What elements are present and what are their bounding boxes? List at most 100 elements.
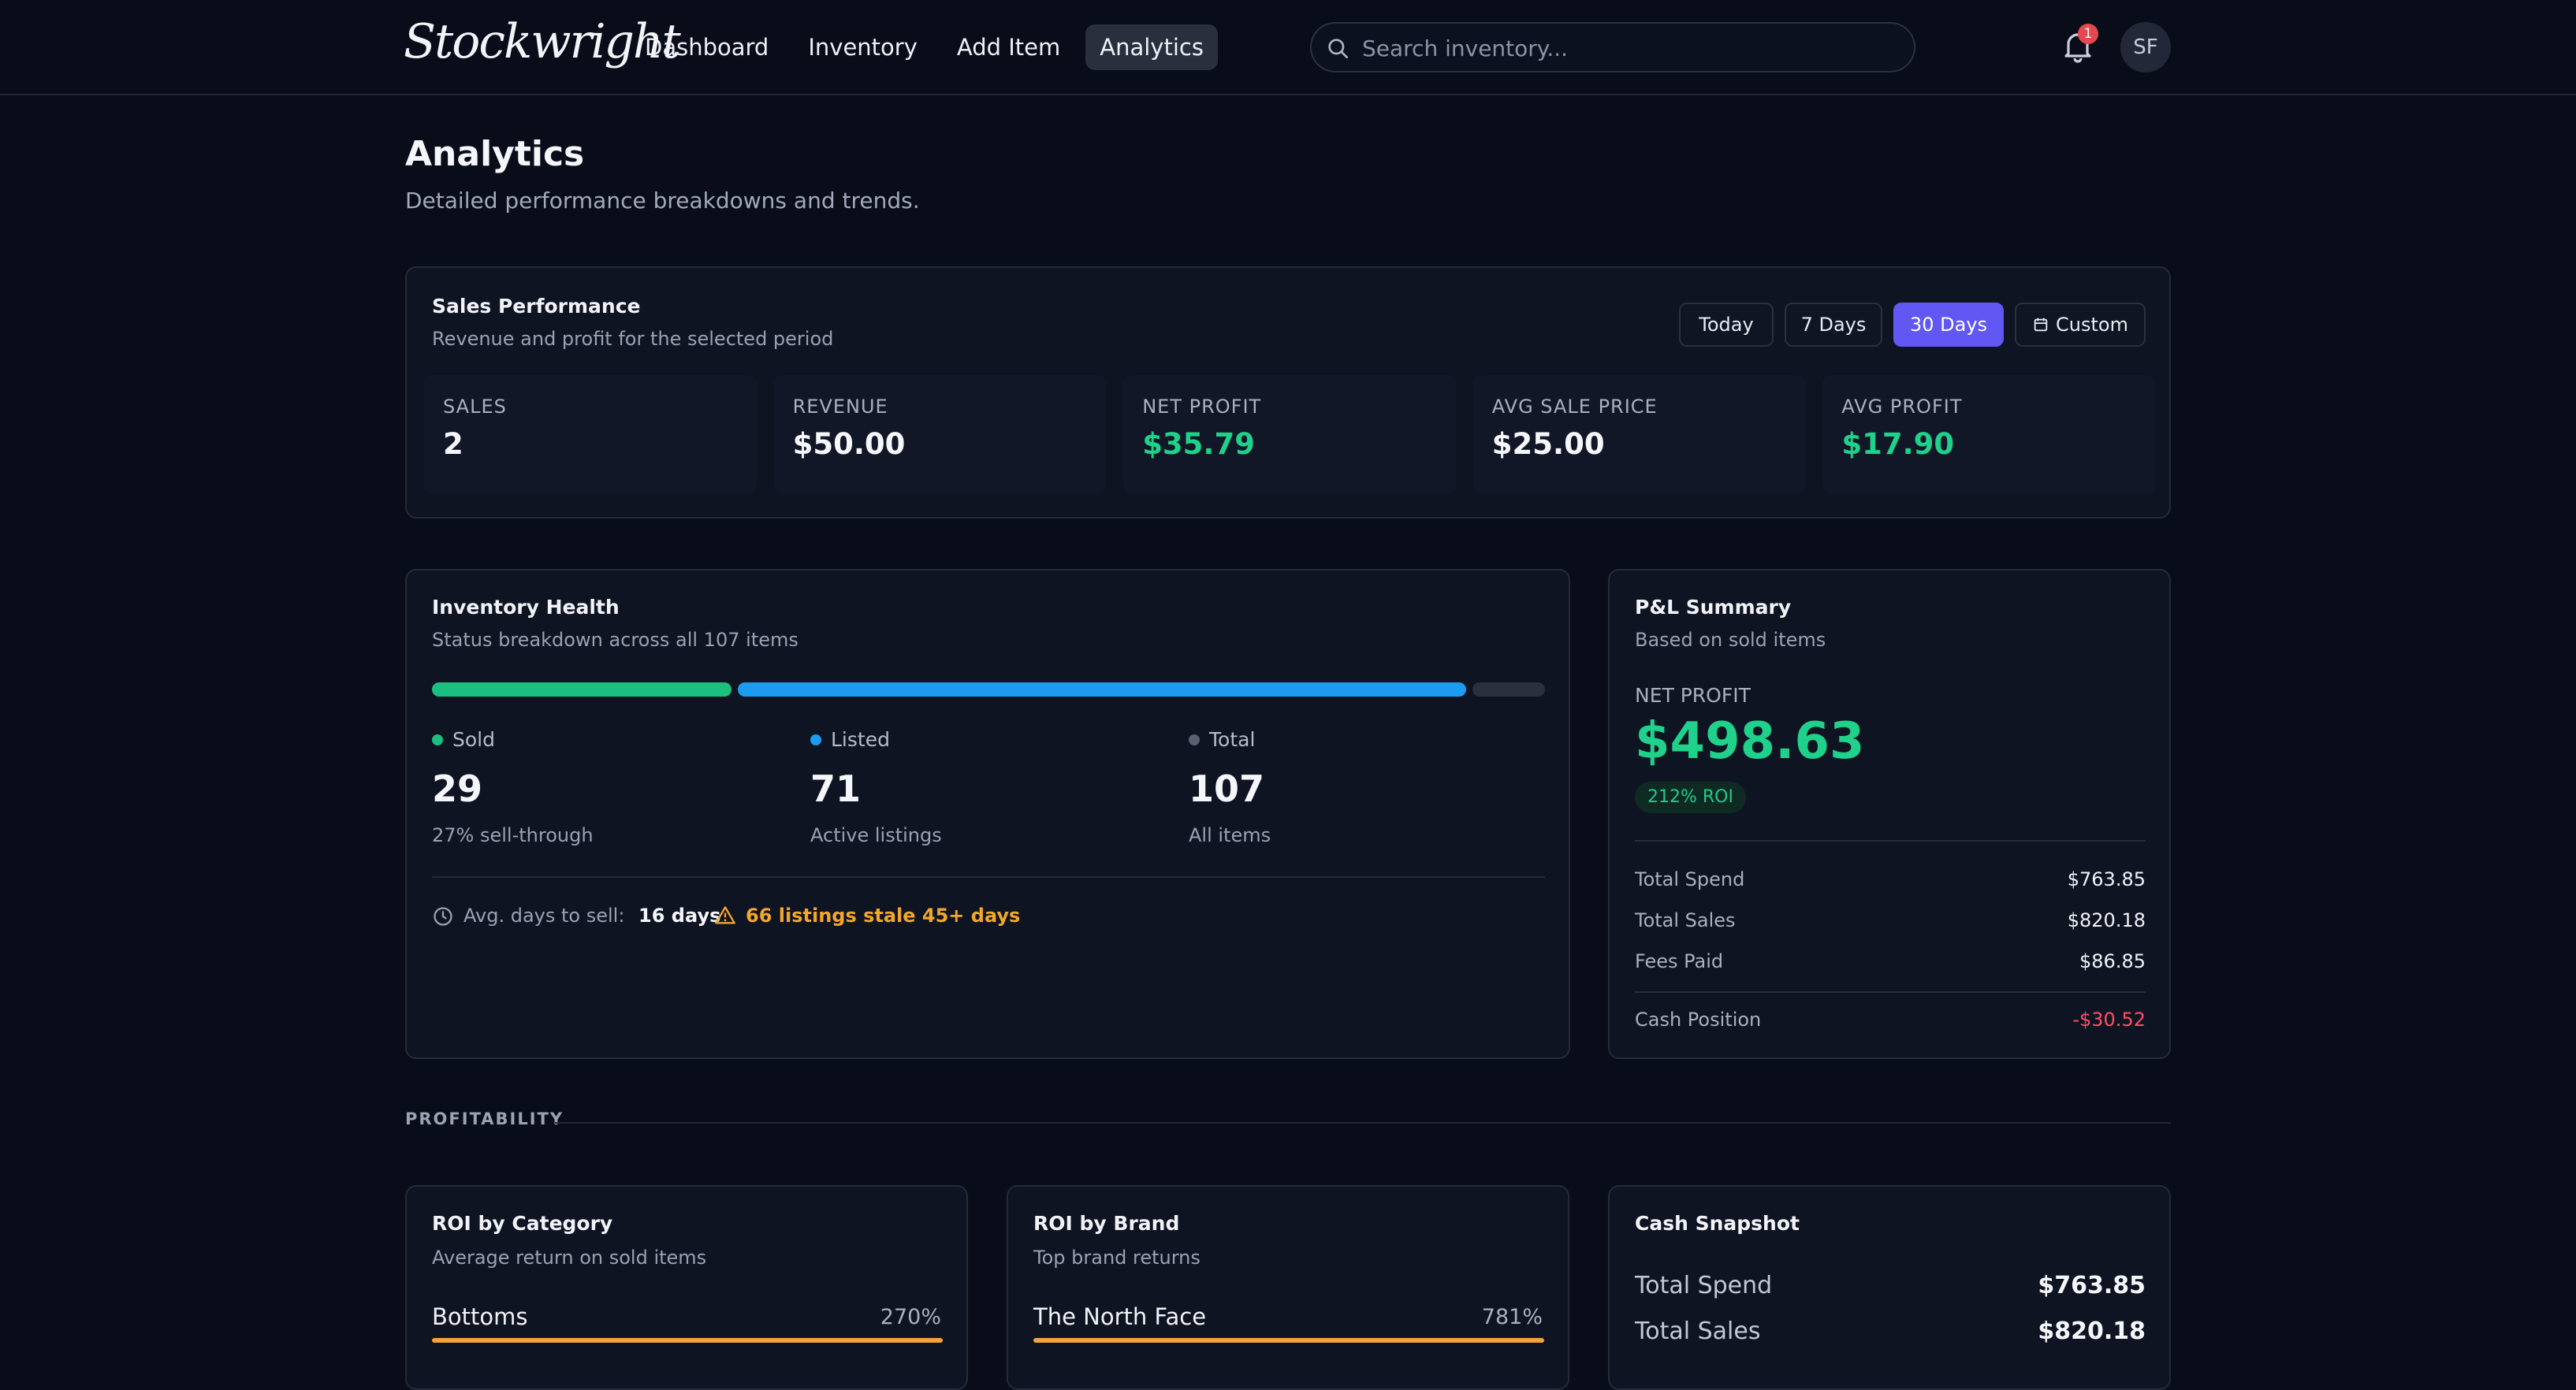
card-title: ROI by Category bbox=[432, 1212, 613, 1235]
stat-avg-sale-price: AVG SALE PRICE $25.00 bbox=[1472, 375, 1806, 493]
nav-add-item[interactable]: Add Item bbox=[943, 24, 1074, 70]
stale-warning[interactable]: 66 listings stale 45+ days bbox=[714, 905, 1020, 927]
stat-revenue: REVENUE $50.00 bbox=[773, 375, 1107, 493]
divider bbox=[1635, 840, 2146, 842]
stat-label: NET PROFIT bbox=[1142, 396, 1262, 418]
custom-label: Custom bbox=[2056, 314, 2128, 336]
listed-desc: Active listings bbox=[810, 824, 942, 846]
inventory-health-card: Inventory Health Status breakdown across… bbox=[405, 569, 1570, 1059]
search-input[interactable]: Search inventory... bbox=[1310, 22, 1915, 72]
stat-label: AVG PROFIT bbox=[1841, 396, 1963, 418]
stat-sales: SALES 2 bbox=[424, 375, 757, 493]
period-7-days-button[interactable]: 7 Days bbox=[1785, 303, 1882, 347]
total-value: 107 bbox=[1189, 767, 1265, 810]
card-title: P&L Summary bbox=[1635, 596, 1792, 619]
avg-days-label: Avg. days to sell: bbox=[463, 905, 625, 927]
sold-dot bbox=[432, 734, 443, 745]
pnl-row-value: $820.18 bbox=[2067, 909, 2146, 931]
page-subtitle: Detailed performance breakdowns and tren… bbox=[405, 188, 920, 214]
cash-row-label: Total Sales bbox=[1635, 1318, 1761, 1345]
stat-value: $25.00 bbox=[1491, 427, 1605, 461]
pnl-row-label: Fees Paid bbox=[1635, 950, 1724, 972]
nav-analytics[interactable]: Analytics bbox=[1085, 24, 1218, 70]
card-subtitle: Average return on sold items bbox=[432, 1247, 707, 1269]
clock-icon bbox=[434, 907, 452, 926]
stale-warning-text: 66 listings stale 45+ days bbox=[746, 905, 1021, 927]
card-subtitle: Status breakdown across all 107 items bbox=[432, 629, 798, 651]
category-roi: 270% bbox=[880, 1305, 941, 1329]
period-30-days-button[interactable]: 30 Days bbox=[1893, 303, 2004, 347]
divider bbox=[432, 876, 1545, 878]
cash-row-value: $820.18 bbox=[2038, 1318, 2146, 1345]
main-nav: Dashboard Inventory Add Item Analytics bbox=[631, 24, 1218, 70]
pnl-row-value: $763.85 bbox=[2067, 868, 2146, 890]
divider bbox=[1635, 991, 2146, 993]
pnl-row-fees-paid: Fees Paid $86.85 bbox=[1635, 950, 2146, 972]
roi-by-brand-card: ROI by Brand Top brand returns The North… bbox=[1007, 1185, 1569, 1390]
pnl-summary-card: P&L Summary Based on sold items NET PROF… bbox=[1608, 569, 2171, 1059]
sold-desc: 27% sell-through bbox=[432, 824, 594, 846]
sold-value: 29 bbox=[432, 767, 483, 810]
stat-net-profit: NET PROFIT $35.79 bbox=[1123, 375, 1456, 493]
search-icon bbox=[1328, 39, 1348, 58]
user-avatar[interactable]: SF bbox=[2120, 22, 2171, 72]
cash-snapshot-card: Cash Snapshot Total Spend $763.85 Total S… bbox=[1608, 1185, 2171, 1390]
nav-dashboard[interactable]: Dashboard bbox=[631, 24, 783, 70]
stat-label: SALES bbox=[443, 396, 507, 418]
avg-days-row: Avg. days to sell: 16 days bbox=[432, 905, 720, 927]
pnl-row-cash-position: Cash Position -$30.52 bbox=[1635, 1009, 2146, 1031]
pnl-row-value: -$30.52 bbox=[2072, 1009, 2146, 1031]
card-title: Cash Snapshot bbox=[1635, 1212, 1800, 1235]
warning-icon bbox=[715, 906, 735, 924]
card-subtitle: Top brand returns bbox=[1033, 1247, 1201, 1269]
stat-avg-profit: AVG PROFIT $17.90 bbox=[1822, 375, 2155, 493]
net-profit-value: $498.63 bbox=[1635, 712, 1865, 771]
section-label-profitability: PROFITABILITY bbox=[405, 1109, 564, 1128]
sold-label: Sold bbox=[452, 728, 495, 751]
page-title: Analytics bbox=[405, 134, 585, 174]
stat-label: REVENUE bbox=[792, 396, 888, 418]
card-title: Inventory Health bbox=[432, 596, 620, 619]
avg-days-value: 16 days bbox=[638, 905, 721, 927]
listed-column: Listed 71 Active listings bbox=[810, 728, 942, 846]
sales-performance-card: Sales Performance Revenue and profit for… bbox=[405, 266, 2171, 518]
nav-inventory[interactable]: Inventory bbox=[794, 24, 932, 70]
search-placeholder: Search inventory... bbox=[1362, 35, 1569, 61]
brand-roi: 781% bbox=[1481, 1305, 1543, 1329]
total-desc: All items bbox=[1189, 824, 1271, 846]
pnl-row-label: Cash Position bbox=[1635, 1009, 1762, 1031]
listed-label: Listed bbox=[831, 728, 890, 751]
roi-by-category-card: ROI by Category Average return on sold i… bbox=[405, 1185, 968, 1390]
period-today-button[interactable]: Today bbox=[1679, 303, 1774, 347]
total-label: Total bbox=[1209, 728, 1256, 751]
cash-row-total-spend: Total Spend $763.85 bbox=[1635, 1272, 2146, 1299]
stat-value: $17.90 bbox=[1841, 427, 1955, 461]
card-subtitle: Based on sold items bbox=[1635, 629, 1826, 651]
category-roi-bar bbox=[432, 1338, 943, 1343]
stat-value: 2 bbox=[443, 427, 463, 461]
card-subtitle: Revenue and profit for the selected peri… bbox=[432, 328, 834, 350]
roi-badge: 212% ROI bbox=[1635, 782, 1746, 813]
stat-value: $35.79 bbox=[1142, 427, 1255, 461]
sold-column: Sold 29 27% sell-through bbox=[432, 728, 594, 846]
listed-bar bbox=[738, 682, 1466, 697]
stat-label: AVG SALE PRICE bbox=[1491, 396, 1658, 418]
calendar-icon bbox=[2034, 318, 2048, 332]
net-profit-label: NET PROFIT bbox=[1635, 684, 1751, 707]
cash-row-total-sales: Total Sales $820.18 bbox=[1635, 1318, 2146, 1345]
remaining-bar bbox=[1472, 682, 1545, 697]
listed-value: 71 bbox=[810, 767, 862, 810]
cash-row-label: Total Spend bbox=[1635, 1272, 1773, 1299]
sold-bar bbox=[432, 682, 731, 697]
stat-value: $50.00 bbox=[792, 427, 906, 461]
total-dot bbox=[1189, 734, 1200, 745]
period-custom-button[interactable]: Custom bbox=[2015, 303, 2146, 347]
notification-badge: 1 bbox=[2078, 24, 2098, 44]
brand-name: The North Face bbox=[1033, 1303, 1207, 1330]
sales-stats: SALES 2 REVENUE $50.00 NET PROFIT $35.79… bbox=[424, 375, 2155, 493]
cash-row-value: $763.85 bbox=[2038, 1272, 2146, 1299]
top-nav-bar: Stockwright Dashboard Inventory Add Item… bbox=[0, 0, 2576, 95]
pnl-row-label: Total Sales bbox=[1635, 909, 1736, 931]
pnl-row-value: $86.85 bbox=[2079, 950, 2146, 972]
pnl-row-total-sales: Total Sales $820.18 bbox=[1635, 909, 2146, 931]
